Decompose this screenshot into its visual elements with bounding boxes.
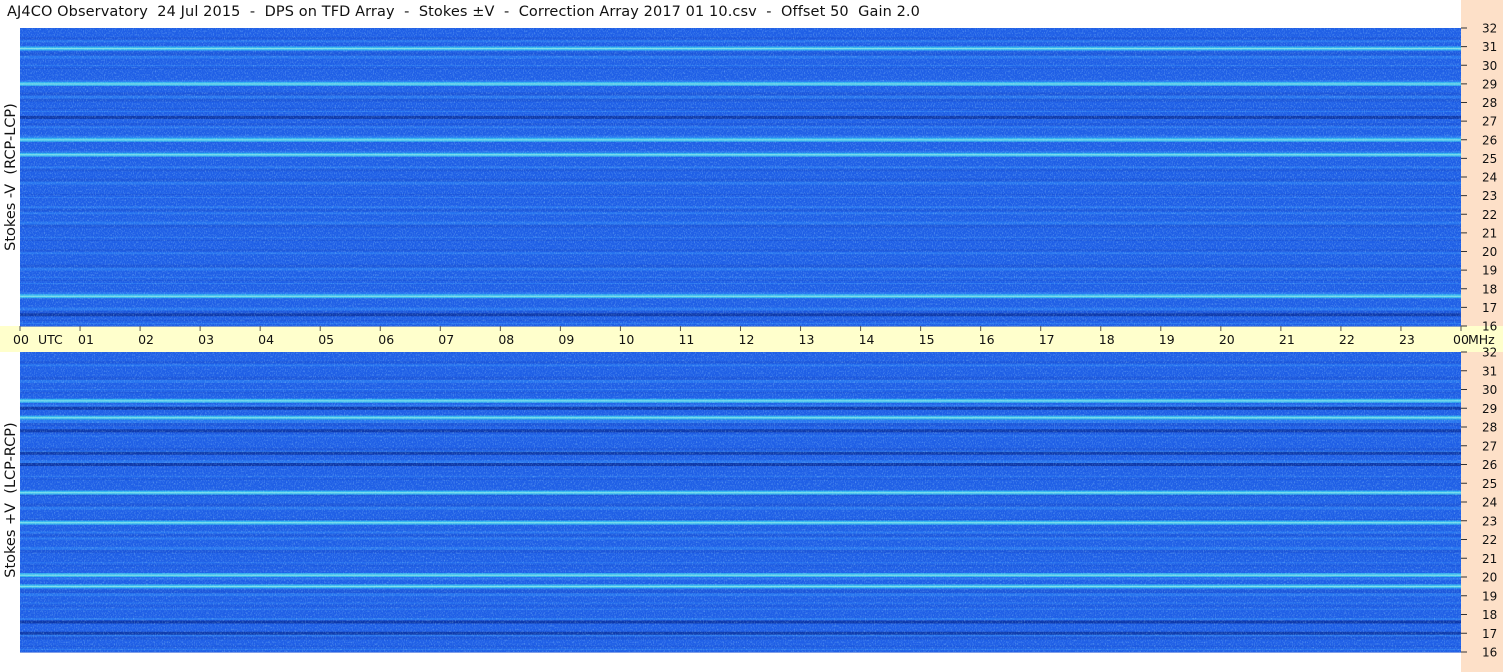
y-tick-label: 18 xyxy=(1482,608,1497,622)
y-tick-label: 27 xyxy=(1482,439,1497,453)
x-tick-label: 16 xyxy=(979,332,995,347)
y-tick-label: 32 xyxy=(1482,22,1497,36)
y-tick-label: 25 xyxy=(1482,152,1497,166)
x-tick-label: 14 xyxy=(859,332,875,347)
y-tick-label: 28 xyxy=(1482,96,1497,110)
y-tick-label: 30 xyxy=(1482,59,1497,73)
y-tick-label: 24 xyxy=(1482,171,1497,185)
x-tick-label: 22 xyxy=(1339,332,1355,347)
y-tick-label: 19 xyxy=(1482,264,1497,278)
texture-line xyxy=(20,652,1461,653)
x-tick-label: 11 xyxy=(678,332,694,347)
y-tick-label: 17 xyxy=(1482,627,1497,641)
x-tick-label: 17 xyxy=(1039,332,1055,347)
y-tick-label: 28 xyxy=(1482,421,1497,435)
y-tick-label: 31 xyxy=(1482,40,1497,54)
x-tick-label: 03 xyxy=(198,332,214,347)
y-tick-label: 20 xyxy=(1482,245,1497,259)
x-tick-label: UTC xyxy=(38,332,63,347)
y-tick-label: 20 xyxy=(1482,571,1497,585)
y-tick-label: 21 xyxy=(1482,552,1497,566)
y-tick-label: 29 xyxy=(1482,402,1497,416)
x-tick-label: 02 xyxy=(138,332,154,347)
x-tick-label: 08 xyxy=(498,332,514,347)
spectrogram-panel-1 xyxy=(20,28,1461,327)
x-tick-label: 10 xyxy=(618,332,634,347)
y-tick-label: 19 xyxy=(1482,589,1497,603)
x-tick-label: 09 xyxy=(558,332,574,347)
y-tick-label: 26 xyxy=(1482,458,1497,472)
y-tick-label: 22 xyxy=(1482,533,1497,547)
x-tick-label: 07 xyxy=(438,332,454,347)
y-tick-label: 26 xyxy=(1482,133,1497,147)
y-tick-label: 17 xyxy=(1482,301,1497,315)
y-tick-label: 24 xyxy=(1482,496,1497,510)
x-tick-label: 00 xyxy=(13,332,29,347)
y-tick-label: 18 xyxy=(1482,282,1497,296)
y-tick-label: 27 xyxy=(1482,115,1497,129)
noise-overlay xyxy=(20,28,1461,326)
y-tick-label: 31 xyxy=(1482,364,1497,378)
y-tick-label: 25 xyxy=(1482,477,1497,491)
y-tick-label: 21 xyxy=(1482,226,1497,240)
y-tick-label: 23 xyxy=(1482,189,1497,203)
x-tick-label: 04 xyxy=(258,332,274,347)
x-tick-label: 20 xyxy=(1219,332,1235,347)
x-tick-label: MHz xyxy=(1468,332,1495,347)
x-tick-label: 21 xyxy=(1279,332,1295,347)
spectrogram-panel-2 xyxy=(20,352,1461,653)
noise-overlay xyxy=(20,352,1461,652)
x-tick-label: 06 xyxy=(378,332,394,347)
spectrogram-chart: 32 31 30 29 28 27 26 25 24 23 22 21 20 19 18 17 16 32 31 30… xyxy=(13,22,1497,660)
y-tick-label: 32 xyxy=(1482,346,1497,360)
x-tick-label: 18 xyxy=(1099,332,1115,347)
x-tick-label: 12 xyxy=(739,332,755,347)
x-tick-label: 00 xyxy=(1453,332,1469,347)
y-tick-label: 30 xyxy=(1482,383,1497,397)
y-tick-label: 23 xyxy=(1482,514,1497,528)
x-tick-label: 15 xyxy=(919,332,935,347)
x-tick-label: 05 xyxy=(318,332,334,347)
y-tick-label: 22 xyxy=(1482,208,1497,222)
x-tick-label: 23 xyxy=(1399,332,1415,347)
x-tick-label: 13 xyxy=(799,332,815,347)
y-tick-label: 16 xyxy=(1482,646,1497,660)
x-tick-label: 01 xyxy=(78,332,94,347)
x-tick-label: 19 xyxy=(1159,332,1175,347)
y-tick-label: 29 xyxy=(1482,77,1497,91)
